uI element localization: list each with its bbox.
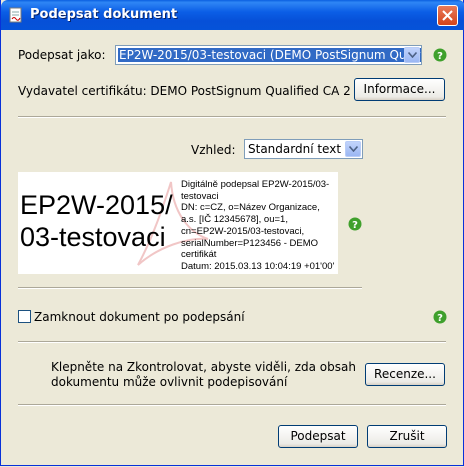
- separator: [18, 116, 446, 118]
- review-text-line2: dokumentu může ovlivnit podepisování: [51, 375, 288, 389]
- signature-preview: EP2W-2015/ 03-testovaci Digitálně podeps…: [18, 172, 338, 274]
- document-icon: [8, 7, 24, 23]
- svg-text:?: ?: [352, 220, 358, 231]
- separator: [18, 404, 446, 406]
- cancel-button[interactable]: Zrušit: [367, 425, 447, 448]
- sign-button[interactable]: Podepsat: [278, 425, 358, 448]
- help-icon[interactable]: ?: [348, 217, 362, 231]
- info-button[interactable]: Informace...: [354, 78, 445, 101]
- appearance-select-value: Standardní text: [248, 142, 342, 156]
- certificate-select[interactable]: EP2W-2015/03-testovaci (DEMO PostSignum …: [115, 45, 422, 65]
- signer-name: EP2W-2015/ 03-testovaci: [20, 190, 173, 252]
- close-icon: [442, 10, 453, 21]
- issuer-label: Vydavatel certifikátu: DEMO PostSignum Q…: [18, 84, 351, 98]
- lock-document-checkbox[interactable]: [18, 310, 31, 323]
- appearance-label: Vzhled:: [191, 143, 236, 157]
- svg-text:?: ?: [437, 313, 443, 324]
- review-button[interactable]: Recenze...: [365, 363, 445, 386]
- appearance-select[interactable]: Standardní text: [244, 139, 363, 159]
- lock-document-label[interactable]: Zamknout dokument po podepsání: [34, 310, 245, 324]
- svg-text:?: ?: [437, 51, 443, 62]
- sign-document-dialog: Podepsat dokument Podepsat jako: EP2W-20…: [0, 0, 464, 466]
- separator: [18, 287, 362, 289]
- review-text-line1: Klepněte na Zkontrolovat, abyste viděli,…: [51, 360, 356, 374]
- separator: [18, 341, 446, 343]
- help-icon[interactable]: ?: [433, 48, 447, 62]
- close-button[interactable]: [437, 5, 458, 26]
- window-title: Podepsat dokument: [30, 7, 178, 22]
- chevron-down-icon[interactable]: [404, 47, 420, 63]
- title-bar[interactable]: Podepsat dokument: [1, 0, 464, 30]
- chevron-down-icon[interactable]: [345, 141, 361, 157]
- help-icon[interactable]: ?: [433, 310, 447, 324]
- signature-details: Digitálně podepsal EP2W-2015/03- testova…: [181, 179, 335, 272]
- certificate-select-value: EP2W-2015/03-testovaci (DEMO PostSignum …: [118, 48, 421, 62]
- sign-as-label: Podepsat jako:: [18, 48, 106, 62]
